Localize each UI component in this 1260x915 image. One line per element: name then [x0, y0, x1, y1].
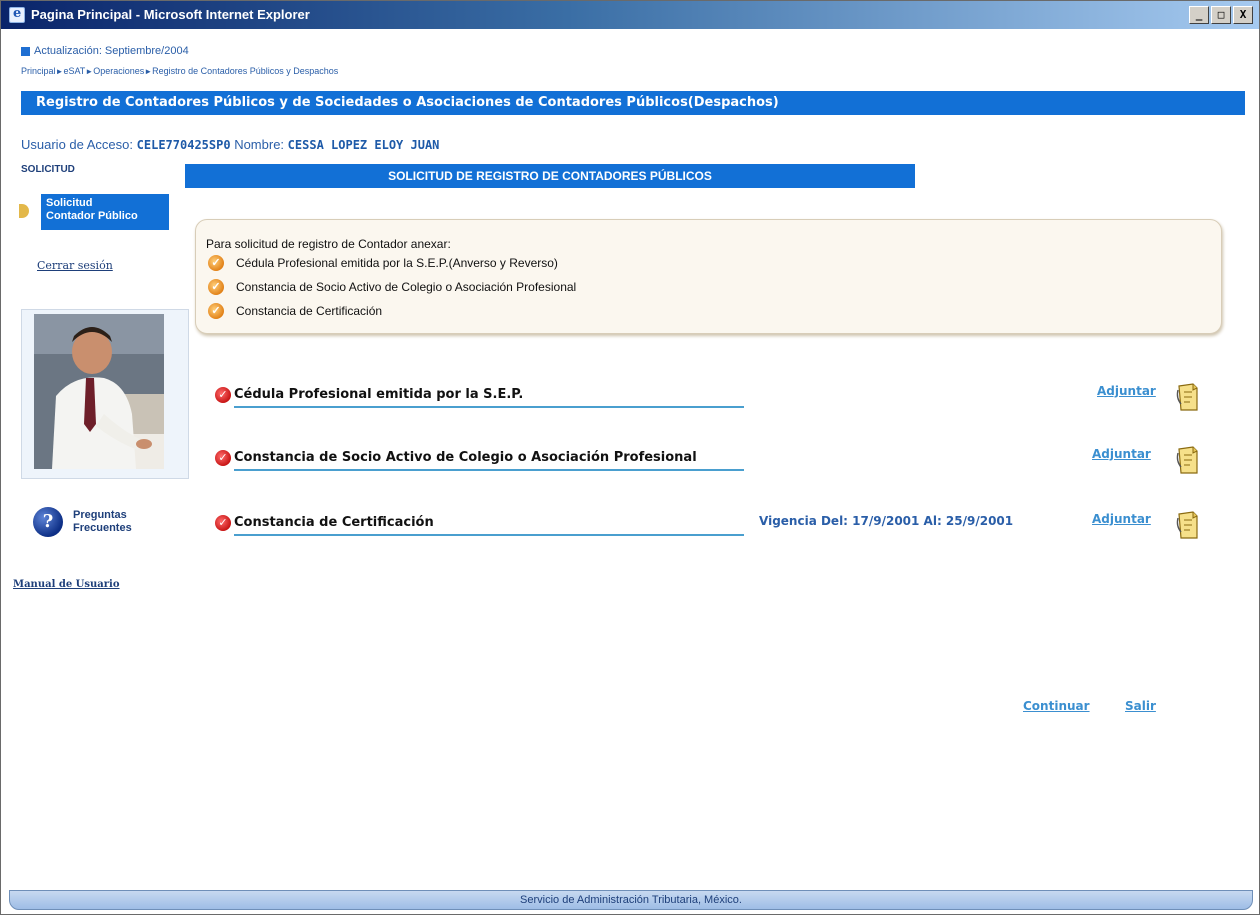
breadcrumb-principal[interactable]: Principal — [21, 66, 56, 76]
man-working-image — [34, 314, 164, 469]
update-text: Actualización: Septiembre/2004 — [34, 45, 189, 57]
attach-link-socio[interactable]: Adjuntar — [1092, 447, 1151, 461]
document-label: Constancia de Certificación — [234, 514, 744, 536]
close-button[interactable]: X — [1233, 6, 1253, 24]
question-mark-icon: ? — [33, 507, 63, 537]
breadcrumb-esat[interactable]: eSAT — [63, 66, 85, 76]
access-value: CELE770425SP0 — [136, 138, 231, 152]
red-check-icon: ✓ — [215, 450, 231, 466]
minimize-button[interactable]: _ — [1189, 6, 1209, 24]
sidebar-item-label-line1: Solicitud — [46, 197, 93, 209]
breadcrumb-operaciones[interactable]: Operaciones — [93, 66, 144, 76]
browser-window: Pagina Principal - Microsoft Internet Ex… — [0, 0, 1260, 915]
breadcrumb-registro: Registro de Contadores Públicos y Despac… — [152, 66, 339, 76]
document-row-socio: ✓ Constancia de Socio Activo de Colegio … — [215, 445, 1215, 477]
name-label: Nombre: — [234, 137, 285, 152]
user-manual-link[interactable]: Manual de Usuario — [13, 579, 120, 590]
title-bar: Pagina Principal - Microsoft Internet Ex… — [1, 1, 1259, 29]
footer: Servicio de Administración Tributaria, M… — [9, 890, 1253, 910]
arrow-right-icon: ► — [144, 67, 153, 76]
logout-link[interactable]: Cerrar sesión — [37, 259, 113, 272]
maximize-button[interactable]: □ — [1211, 6, 1231, 24]
faq-label: Preguntas Frecuentes — [73, 509, 132, 535]
document-label: Cédula Profesional emitida por la S.E.P. — [234, 386, 744, 408]
paper-clip-document-icon[interactable] — [1175, 382, 1203, 412]
page-title: Registro de Contadores Públicos y de Soc… — [21, 91, 1245, 115]
sidebar-heading: SOLICITUD — [21, 164, 75, 175]
document-label: Constancia de Socio Activo de Colegio o … — [234, 449, 744, 471]
active-marker-icon — [19, 204, 29, 218]
window-title: Pagina Principal - Microsoft Internet Ex… — [31, 7, 310, 22]
document-row-certificacion: ✓ Constancia de Certificación Vigencia D… — [215, 510, 1215, 542]
requirements-box: Para solicitud de registro de Contador a… — [195, 219, 1222, 334]
page-content: Actualización: Septiembre/2004 Principal… — [9, 29, 1259, 915]
sidebar-item-solicitud-contador[interactable]: Solicitud Contador Público — [41, 194, 169, 230]
faq-label-line1: Preguntas — [73, 509, 127, 521]
update-info: Actualización: Septiembre/2004 — [21, 45, 189, 57]
sidebar-item-label-line2: Contador Público — [46, 210, 138, 222]
ie-icon — [9, 6, 25, 23]
red-check-icon: ✓ — [215, 387, 231, 403]
exit-link[interactable]: Salir — [1125, 699, 1156, 713]
orange-check-icon: ✓ — [208, 279, 224, 295]
requirement-item: ✓ Constancia de Certificación — [208, 303, 382, 319]
vigencia-text: Vigencia Del: 17/9/2001 Al: 25/9/2001 — [759, 514, 1014, 528]
faq-link[interactable]: ? Preguntas Frecuentes — [33, 507, 132, 537]
continue-link[interactable]: Continuar — [1023, 699, 1090, 713]
requirements-intro: Para solicitud de registro de Contador a… — [206, 237, 451, 251]
breadcrumb: Principal►eSAT►Operaciones►Registro de C… — [21, 66, 338, 76]
paper-clip-document-icon[interactable] — [1175, 445, 1203, 475]
orange-check-icon: ✓ — [208, 303, 224, 319]
user-info: Usuario de Acceso: CELE770425SP0 Nombre:… — [21, 137, 439, 152]
orange-check-icon: ✓ — [208, 255, 224, 271]
access-label: Usuario de Acceso: — [21, 137, 134, 152]
red-check-icon: ✓ — [215, 515, 231, 531]
requirement-item: ✓ Cédula Profesional emitida por la S.E.… — [208, 255, 558, 271]
arrow-right-icon: ► — [85, 67, 94, 76]
faq-label-line2: Frecuentes — [73, 522, 132, 534]
accountant-photo — [21, 309, 189, 479]
requirement-item: ✓ Constancia de Socio Activo de Colegio … — [208, 279, 576, 295]
attach-link-cedula[interactable]: Adjuntar — [1097, 384, 1156, 398]
requirement-text: Cédula Profesional emitida por la S.E.P.… — [236, 256, 558, 270]
requirement-text: Constancia de Certificación — [236, 304, 383, 318]
document-row-cedula: ✓ Cédula Profesional emitida por la S.E.… — [215, 382, 1215, 414]
section-title: SOLICITUD DE REGISTRO DE CONTADORES PÚBL… — [185, 164, 915, 188]
window-controls: _ □ X — [1189, 6, 1253, 24]
paper-clip-document-icon[interactable] — [1175, 510, 1203, 540]
attach-link-certificacion[interactable]: Adjuntar — [1092, 512, 1151, 526]
name-value: CESSA LOPEZ ELOY JUAN — [287, 138, 440, 152]
blue-square-icon — [21, 46, 30, 56]
requirement-text: Constancia de Socio Activo de Colegio o … — [236, 280, 577, 294]
